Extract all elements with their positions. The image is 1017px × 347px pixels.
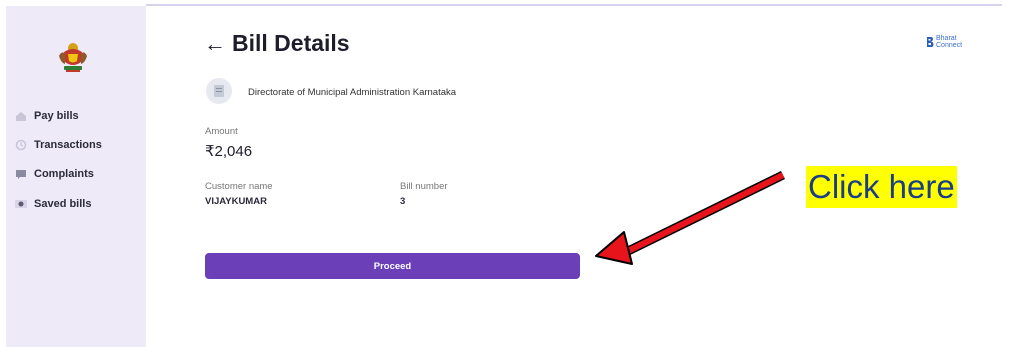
customer-name-value: VIJAYKUMAR [205, 196, 267, 207]
brand-line-1: Bharat [936, 35, 957, 42]
amount-label: Amount [205, 126, 238, 137]
sidebar-item-pay-bills[interactable]: Pay bills [14, 109, 79, 123]
page-title-text: Bill Details [232, 30, 350, 56]
customer-name-label: Customer name [205, 181, 273, 192]
top-divider [146, 4, 1002, 6]
annotation-arrow-shaft-fill [620, 172, 785, 257]
back-arrow-icon[interactable]: ← [204, 31, 226, 57]
annotation-arrow-head [595, 231, 633, 265]
sidebar-item-label: Pay bills [34, 110, 79, 122]
saved-bills-icon [14, 197, 28, 211]
biller-logo-icon [206, 78, 232, 104]
bharat-connect-logo: Bharat Connect [926, 35, 962, 49]
click-here-callout: Click here [806, 166, 957, 208]
sidebar-item-label: Complaints [34, 168, 94, 180]
annotation-arrow-icon [595, 170, 785, 265]
karnataka-emblem-icon [54, 38, 92, 76]
sidebar: Pay bills Transactions Complaints Saved … [6, 6, 146, 347]
bill-number-label: Bill number [400, 181, 448, 192]
sidebar-item-label: Saved bills [34, 198, 92, 210]
transactions-icon [14, 138, 28, 152]
sidebar-item-complaints[interactable]: Complaints [14, 167, 94, 181]
biller-name: Directorate of Municipal Administration … [248, 87, 457, 98]
sidebar-item-transactions[interactable]: Transactions [14, 138, 102, 152]
sidebar-item-saved-bills[interactable]: Saved bills [14, 197, 91, 211]
complaints-icon [14, 167, 28, 181]
home-icon [14, 109, 28, 123]
page-title: ← Bill Details [204, 30, 350, 57]
amount-value: ₹2,046 [205, 143, 253, 160]
brand-line-2: Connect [936, 42, 963, 49]
bharat-connect-logo-icon [927, 37, 934, 47]
sidebar-item-label: Transactions [34, 139, 102, 151]
bill-number-value: 3 [400, 196, 406, 207]
proceed-button[interactable]: Proceed [205, 253, 580, 279]
